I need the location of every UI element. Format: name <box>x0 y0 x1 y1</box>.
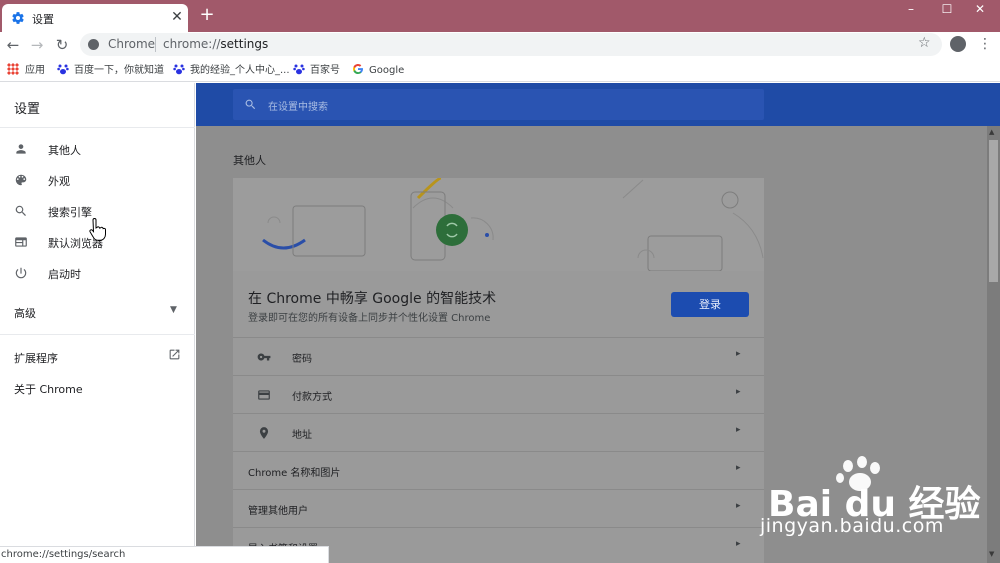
divider <box>0 127 195 128</box>
more-menu-icon[interactable]: ⋮ <box>978 34 992 54</box>
location-pin-icon <box>259 427 269 439</box>
apps-grid-icon <box>7 63 19 75</box>
scrollbar-thumb[interactable] <box>989 140 998 282</box>
gear-icon <box>12 12 24 24</box>
bookmarks-bar: 应用 百度一下，你就知道 我的经验_个人中心_... 百家号 Google <box>0 58 1000 82</box>
hand-pointer-cursor-icon <box>89 218 106 241</box>
sidebar-advanced[interactable]: 高级 <box>14 305 36 321</box>
row-label: 地址 <box>292 430 312 441</box>
signin-subtitle: 登录即可在您的所有设备上同步并个性化设置 Chrome <box>248 313 491 324</box>
browser-window-icon <box>15 237 27 247</box>
chevron-right-icon: ▸ <box>736 539 741 549</box>
status-url-preview: chrome://settings/search <box>0 546 329 563</box>
window-close-button[interactable]: ✕ <box>960 0 1000 20</box>
chevron-right-icon: ▸ <box>736 425 741 435</box>
baidu-paw-icon <box>57 64 69 75</box>
sidebar-item-label: 搜索引擎 <box>48 206 92 219</box>
chevron-right-icon: ▸ <box>736 463 741 473</box>
sidebar-header: 设置 <box>14 102 41 117</box>
baidu-paw-icon <box>293 64 305 75</box>
chevron-right-icon: ▸ <box>736 387 741 397</box>
scroll-up-icon[interactable]: ▲ <box>989 128 994 136</box>
search-icon <box>245 99 256 110</box>
signin-title: 在 Chrome 中畅享 Google 的智能技术 <box>248 291 497 307</box>
title-bar: 设置 ✕ + – ☐ ✕ <box>0 0 1000 32</box>
chevron-right-icon: ▸ <box>736 501 741 511</box>
address-bar[interactable]: Chrome chrome://settings ☆ <box>80 33 942 56</box>
bookmark-baidu[interactable]: 百度一下，你就知道 <box>57 63 164 77</box>
bookmark-baijiahao[interactable]: 百家号 <box>293 63 340 77</box>
signin-button[interactable]: 登录 <box>671 292 749 317</box>
power-icon <box>15 267 27 279</box>
scroll-down-icon[interactable]: ▼ <box>989 550 994 558</box>
sync-illustration <box>233 178 764 271</box>
back-button[interactable]: ← <box>3 35 23 55</box>
close-icon[interactable]: ✕ <box>170 9 184 25</box>
bookmark-star-icon[interactable]: ☆ <box>918 35 931 51</box>
row-label: 付款方式 <box>292 392 332 403</box>
sidebar-item-on-startup[interactable]: 启动时 <box>0 259 195 287</box>
sidebar-item-label: 外观 <box>48 175 70 188</box>
reload-button[interactable]: ↻ <box>52 35 72 55</box>
people-card: 在 Chrome 中畅享 Google 的智能技术 登录即可在您的所有设备上同步… <box>233 178 764 563</box>
settings-sidebar: 设置 其他人 外观 搜索引擎 默认浏览器 启动时 高级 ▼ 扩展程序 关于 Ch… <box>0 83 195 563</box>
bookmark-apps[interactable]: 应用 <box>7 63 45 77</box>
palette-icon <box>15 174 27 186</box>
bookmark-jingyan[interactable]: 我的经验_个人中心_... <box>173 63 290 77</box>
chevron-down-icon[interactable]: ▼ <box>170 305 177 315</box>
section-title: 其他人 <box>233 154 266 167</box>
search-placeholder: 在设置中搜索 <box>268 102 328 113</box>
new-tab-button[interactable]: + <box>199 5 215 25</box>
watermark-url: jingyan.baidu.com <box>760 515 944 537</box>
row-label: Chrome 名称和图片 <box>248 468 341 479</box>
row-label: 密码 <box>292 354 312 365</box>
chrome-site-icon <box>88 39 99 50</box>
sidebar-item-label: 启动时 <box>48 268 81 281</box>
row-payment-methods[interactable]: 付款方式 ▸ <box>233 375 764 413</box>
url-text[interactable]: chrome://settings <box>163 37 268 51</box>
sidebar-item-appearance[interactable]: 外观 <box>0 166 195 194</box>
omnibox-divider <box>155 37 156 52</box>
chevron-right-icon: ▸ <box>736 349 741 359</box>
minimize-button[interactable]: – <box>891 0 931 20</box>
key-icon <box>257 353 271 361</box>
row-passwords[interactable]: 密码 ▸ <box>233 337 764 375</box>
credit-card-icon <box>258 390 270 400</box>
baidu-paw-icon <box>173 64 185 75</box>
row-label: 管理其他用户 <box>248 506 308 517</box>
open-in-new-icon[interactable] <box>168 348 181 361</box>
sidebar-item-people[interactable]: 其他人 <box>0 135 195 163</box>
settings-search-input[interactable]: 在设置中搜索 <box>233 89 764 120</box>
tab-title: 设置 <box>32 13 54 26</box>
sidebar-item-extensions[interactable]: 扩展程序 <box>14 350 58 366</box>
bookmark-google[interactable]: Google <box>352 63 404 77</box>
browser-toolbar: ← → ↻ Chrome chrome://settings ☆ ⋮ <box>0 32 1000 58</box>
sidebar-item-label: 其他人 <box>48 144 81 157</box>
forward-button[interactable]: → <box>27 35 47 55</box>
site-name: Chrome <box>108 37 156 51</box>
search-icon <box>15 205 26 216</box>
tab-settings[interactable]: 设置 ✕ <box>2 4 188 32</box>
sidebar-item-about[interactable]: 关于 Chrome <box>14 381 83 397</box>
settings-header: 在设置中搜索 <box>196 83 1000 126</box>
profile-avatar-icon[interactable] <box>950 36 966 52</box>
row-addresses[interactable]: 地址 ▸ <box>233 413 764 451</box>
row-chrome-name-picture[interactable]: Chrome 名称和图片 ▸ <box>233 451 764 489</box>
person-icon <box>16 144 26 154</box>
google-g-icon <box>353 64 363 74</box>
row-manage-other-people[interactable]: 管理其他用户 ▸ <box>233 489 764 527</box>
divider <box>0 334 195 335</box>
